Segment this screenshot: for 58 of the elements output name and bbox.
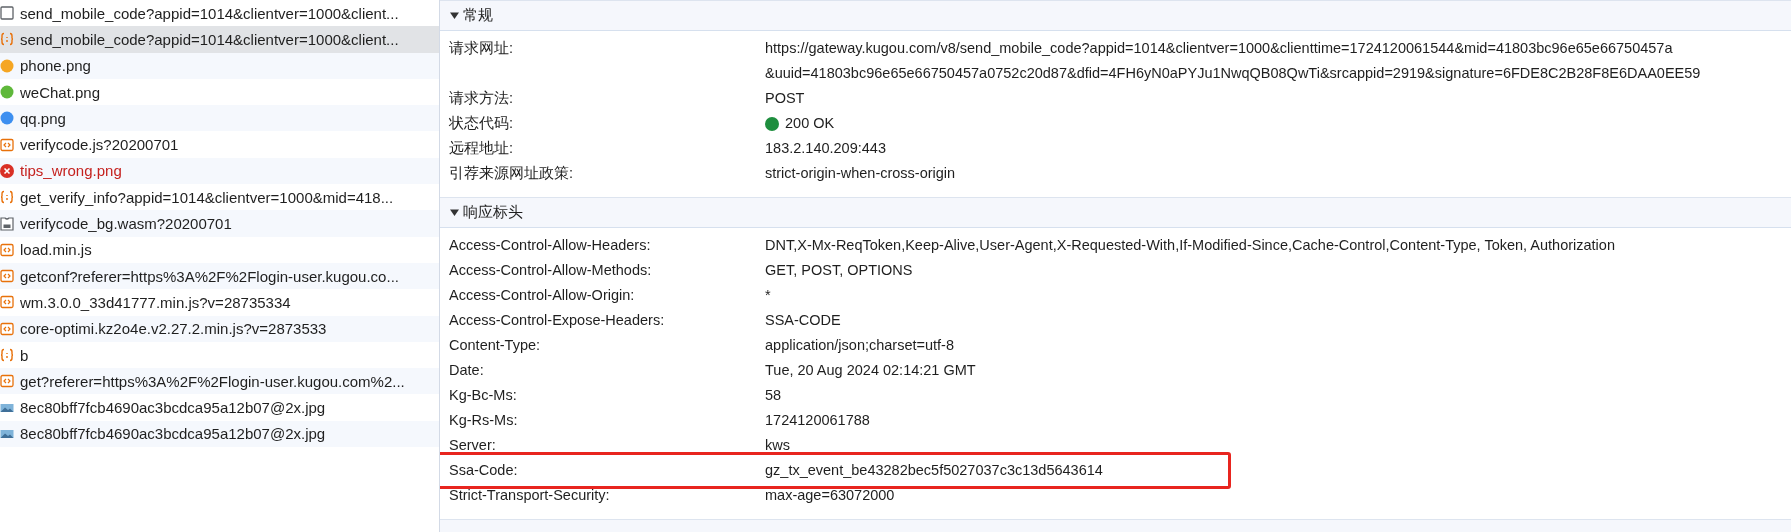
script-icon (0, 321, 14, 336)
field-label: 引荐来源网址政策: (449, 164, 575, 183)
script-icon (0, 269, 14, 284)
field-label: 请求网址: (449, 39, 515, 58)
request-row[interactable]: tips_wrong.png (0, 157, 439, 185)
field-value: strict-origin-when-cross-origin (765, 164, 957, 183)
header-name: Content-Type: (449, 336, 542, 355)
request-row[interactable]: send_mobile_code?appid=1014&clientver=1000&client... (0, 26, 439, 53)
header-name: Kg-Bc-Ms: (449, 386, 518, 405)
braces-icon (0, 190, 14, 205)
field-value: 200 OK (785, 114, 835, 133)
header-name: Access-Control-Allow-Headers: (449, 236, 652, 255)
header-value: kws (765, 436, 791, 455)
caret-icon[interactable] (450, 11, 459, 20)
header-value: SSA-CODE (765, 311, 842, 330)
script-icon (0, 242, 14, 257)
header-name: Access-Control-Allow-Origin: (449, 286, 636, 305)
header-name: Access-Control-Expose-Headers: (449, 311, 666, 330)
field-value: &uuid=41803bc96e65e66750457a0752c20d87&dfid=4FH6yN0aPYJu1NwqQB08QwTi&srcappid=2919&signature=6FDE8C2B28F8E6DAA0EE59 (765, 64, 1702, 83)
header-value: * (765, 286, 772, 305)
request-row[interactable]: 8ec80bff7fcb4690ac3bcdca95a12b07@2x.jpg (0, 420, 439, 448)
field-value: POST (765, 89, 806, 108)
document-icon (0, 6, 14, 21)
script-icon (0, 295, 14, 310)
header-value: DNT,X-Mx-ReqToken,Keep-Alive,User-Agent,X-Requested-With,If-Modified-Since,Cache-Control,Content-Type, Token, Authorization (765, 236, 1616, 255)
braces-icon (0, 32, 14, 47)
wasm-icon (0, 216, 14, 231)
header-value: Tue, 20 Aug 2024 02:14:21 GMT (765, 361, 977, 380)
header-value: GET, POST, OPTIONS (765, 261, 914, 280)
header-value: gz_tx_event_be43282bec5f5027037c3c13d5643614 (765, 461, 1104, 480)
request-row[interactable]: getconf?referer=https%3A%2F%2Flogin-user.kugou.co... (0, 262, 439, 290)
section-title[interactable]: 常规 (463, 6, 493, 25)
header-name: Strict-Transport-Security: (449, 486, 611, 505)
field-label: 状态代码: (449, 114, 515, 133)
braces-icon (0, 348, 14, 362)
request-row[interactable]: verifycode_bg.wasm?20200701 (0, 210, 439, 237)
header-value: 58 (765, 386, 783, 405)
header-name: Kg-Rs-Ms: (449, 411, 519, 430)
request-row[interactable]: core-optimi.kz2o4e.v2.27.2.min.js?v=2873533 (0, 315, 439, 342)
request-row[interactable]: qq.png (0, 105, 439, 132)
field-label: 请求方法: (449, 89, 515, 108)
header-name: Ssa-Code: (449, 461, 519, 480)
header-value: max-age=63072000 (765, 486, 896, 505)
field-value: https://gateway.kugou.com/v8/send_mobile_code?appid=1014&clientver=1000&clienttime=1724120061544&mid=41803bc96e65e66750457a (765, 39, 1674, 58)
script-icon (0, 137, 14, 152)
error-icon (0, 163, 14, 178)
field-value: 183.2.140.209:443 (765, 139, 887, 158)
request-row[interactable]: get?referer=https%3A%2F%2Flogin-user.kugou.com%2... (0, 368, 439, 395)
request-row[interactable]: phone.png (0, 52, 439, 79)
caret-icon[interactable] (450, 208, 459, 217)
header-name: Server: (449, 436, 497, 455)
header-value: application/json;charset=utf-8 (765, 336, 956, 355)
field-label: 远程地址: (449, 139, 515, 158)
header-name: Access-Control-Allow-Methods: (449, 261, 653, 280)
script-icon (0, 374, 14, 389)
header-value: 1724120061788 (765, 411, 871, 430)
header-name: Date: (449, 361, 485, 380)
section-title[interactable]: 响应标头 (463, 203, 523, 222)
